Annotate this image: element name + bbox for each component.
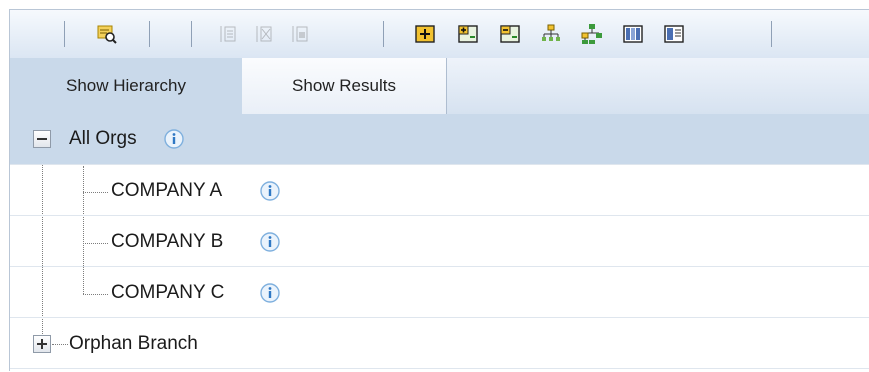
tree-row-all-orgs[interactable]: All Orgs <box>10 114 869 165</box>
toolbar-separator <box>771 21 772 47</box>
hierarchy-panel: Show Hierarchy Show Results All Orgs COM… <box>9 9 869 371</box>
expand-toggle[interactable] <box>33 335 51 353</box>
info-icon[interactable] <box>259 231 281 253</box>
table-icon[interactable] <box>663 23 685 45</box>
tree-node-label[interactable]: COMPANY B <box>111 231 223 253</box>
move-down-icon[interactable] <box>289 23 311 45</box>
tree-row[interactable]: COMPANY A <box>10 165 869 216</box>
org-tree: All Orgs COMPANY A COMPANY B COMPANY C O… <box>10 114 869 372</box>
move-cut-icon[interactable] <box>253 23 275 45</box>
toolbar-separator <box>64 21 65 47</box>
info-icon[interactable] <box>163 128 185 150</box>
org-chart-icon[interactable] <box>581 23 603 45</box>
toolbar-separator <box>383 21 384 47</box>
tree-node-label[interactable]: COMPANY C <box>111 282 224 304</box>
collapse-all-icon[interactable] <box>499 23 521 45</box>
move-up-icon[interactable] <box>217 23 239 45</box>
columns-icon[interactable] <box>622 23 644 45</box>
tree-row[interactable]: COMPANY C <box>10 267 869 318</box>
tab-show-hierarchy[interactable]: Show Hierarchy <box>10 58 243 114</box>
toolbar-separator <box>191 21 192 47</box>
info-icon[interactable] <box>259 180 281 202</box>
collapse-toggle[interactable] <box>33 130 51 148</box>
tab-show-results[interactable]: Show Results <box>242 58 447 114</box>
tree-node-label[interactable]: Orphan Branch <box>69 333 198 355</box>
view-tabs: Show Hierarchy Show Results <box>10 58 869 115</box>
toolbar-separator <box>149 21 150 47</box>
expand-all-icon[interactable] <box>457 23 479 45</box>
toolbar <box>10 10 869 59</box>
info-icon[interactable] <box>259 282 281 304</box>
tree-row[interactable]: COMPANY B <box>10 216 869 267</box>
hierarchy-icon[interactable] <box>540 23 562 45</box>
tree-row-orphan-branch[interactable]: Orphan Branch <box>10 318 869 369</box>
tree-node-label[interactable]: COMPANY A <box>111 180 222 202</box>
add-node-icon[interactable] <box>414 23 436 45</box>
find-in-report-icon[interactable] <box>96 23 118 45</box>
tree-node-label[interactable]: All Orgs <box>69 128 137 150</box>
